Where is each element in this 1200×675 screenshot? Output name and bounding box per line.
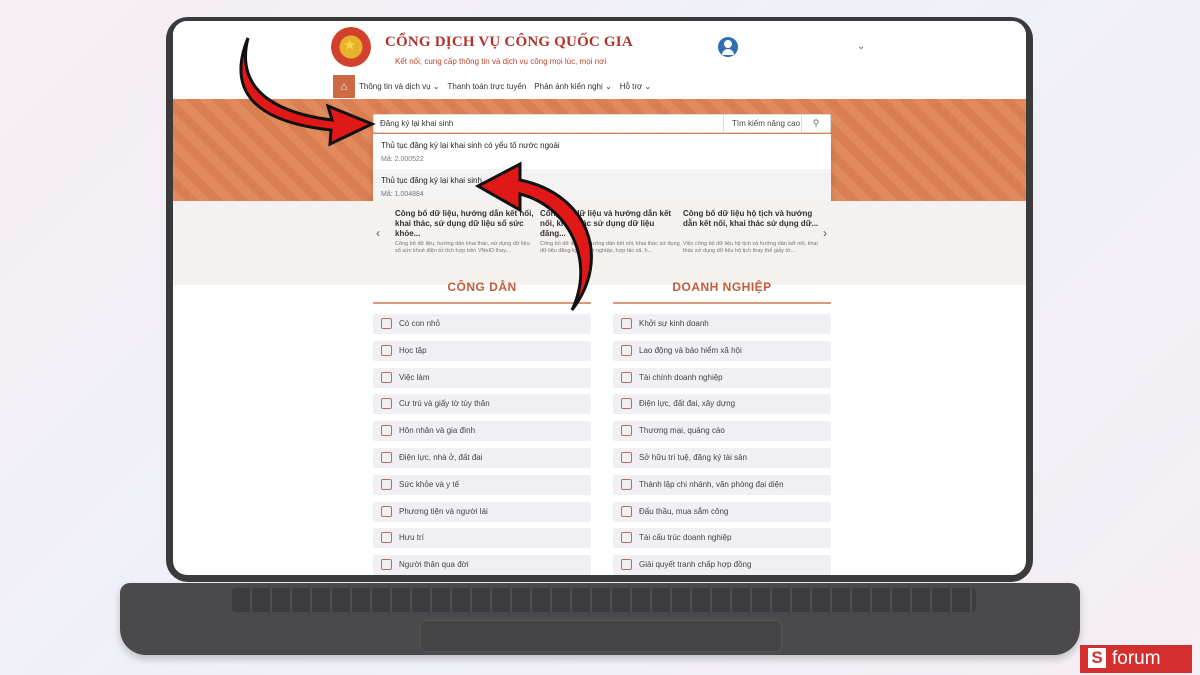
arrow-to-result-icon [474, 161, 593, 311]
arrow-to-search-icon [239, 37, 376, 147]
sforum-logo: S forum [1080, 645, 1192, 673]
sforum-logo-letter: S [1088, 648, 1106, 668]
sforum-logo-text: forum [1112, 648, 1161, 669]
annotation-arrows [239, 37, 593, 311]
